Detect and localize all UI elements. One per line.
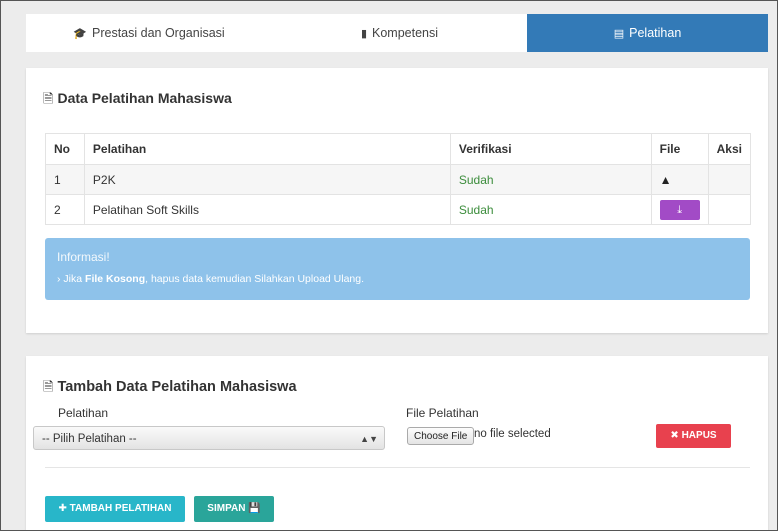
list-icon: ▤ — [613, 28, 625, 40]
cell-file: ⤓ — [650, 194, 709, 225]
table-row: 1 P2K Sudah ▲ — [45, 164, 752, 195]
info-text: › Jika File Kosong, hapus data kemudian … — [57, 273, 364, 285]
hapus-button[interactable]: ✖ HAPUS — [656, 424, 731, 448]
cell-pelatihan: P2K — [83, 164, 451, 195]
tab-pelatihan[interactable]: ▤ Pelatihan — [527, 14, 768, 52]
cell-aksi — [707, 194, 752, 225]
info-text-prefix: Jika — [63, 273, 83, 285]
page-frame: 🎓 Prestasi dan Organisasi ▮ Kompetensi ▤ Pe… — [0, 0, 778, 531]
cell-verifikasi: Sudah — [449, 194, 652, 225]
cell-file: ▲ — [650, 164, 709, 195]
divider — [45, 467, 750, 468]
column-header: Verifikasi — [449, 133, 652, 165]
form-title: 🗎 Tambah Data Pelatihan Mahasiswa — [43, 378, 297, 400]
table-header-row: No Pelatihan Verifikasi File Aksi — [45, 133, 752, 165]
cell-no: 2 — [45, 194, 85, 225]
section-title: 🗎 Data Pelatihan Mahasiswa — [43, 90, 232, 112]
pelatihan-label: Pelatihan — [58, 406, 109, 420]
data-pelatihan-panel: 🗎 Data Pelatihan Mahasiswa No Pelatihan V… — [26, 68, 768, 333]
tambah-pelatihan-button[interactable]: ✚ TAMBAH PELATIHAN — [45, 496, 185, 522]
info-title: Informasi! — [57, 250, 110, 264]
pelatihan-select[interactable]: -- Pilih Pelatihan -- ▲▼ — [33, 426, 385, 450]
tambah-label: TAMBAH PELATIHAN — [69, 503, 172, 514]
download-button[interactable]: ⤓ — [659, 199, 700, 220]
chevron-right-icon: › — [57, 273, 61, 285]
choose-file-button[interactable]: Choose File — [407, 427, 475, 445]
table-row: 2 Pelatihan Soft Skills Sudah ⤓ — [45, 194, 752, 225]
pelatihan-table: No Pelatihan Verifikasi File Aksi 1 P2K … — [45, 133, 752, 225]
cell-no: 1 — [45, 164, 85, 195]
cell-aksi — [707, 164, 752, 195]
warning-icon: ▲ — [659, 172, 672, 187]
close-icon: ✖ — [670, 430, 679, 441]
edit-document-icon: 🗎 — [43, 379, 54, 394]
save-icon: 💾 — [248, 503, 261, 514]
info-text-bold: File Kosong — [85, 273, 146, 285]
column-header: Pelatihan — [83, 133, 451, 165]
column-header: Aksi — [707, 133, 752, 165]
tab-kompetensi[interactable]: ▮ Kompetensi — [272, 14, 527, 52]
tab-label: Pelatihan — [629, 26, 682, 40]
document-icon: 🗎 — [43, 91, 54, 106]
tab-label: Kompetensi — [372, 26, 439, 40]
simpan-button[interactable]: SIMPAN 💾 — [194, 496, 274, 522]
plus-icon: ✚ — [58, 503, 67, 514]
form-title-text: Tambah Data Pelatihan Mahasiswa — [57, 379, 297, 395]
select-arrows-icon: ▲▼ — [360, 434, 378, 444]
graduation-cap-icon: 🎓 — [73, 28, 87, 40]
cell-verifikasi: Sudah — [449, 164, 652, 195]
column-header: File — [650, 133, 709, 165]
cell-pelatihan: Pelatihan Soft Skills — [83, 194, 451, 225]
hapus-label: HAPUS — [681, 430, 717, 441]
simpan-label: SIMPAN — [207, 503, 246, 514]
tab-prestasi-organisasi[interactable]: 🎓 Prestasi dan Organisasi — [26, 14, 272, 52]
select-value: -- Pilih Pelatihan -- — [42, 433, 137, 445]
tab-bar: 🎓 Prestasi dan Organisasi ▮ Kompetensi ▤ Pe… — [26, 14, 768, 52]
tab-label: Prestasi dan Organisasi — [92, 26, 225, 40]
info-alert: Informasi! › Jika File Kosong, hapus dat… — [45, 238, 750, 300]
file-status: no file selected — [474, 428, 551, 440]
download-icon: ⤓ — [677, 203, 683, 216]
section-title-text: Data Pelatihan Mahasiswa — [57, 90, 232, 106]
file-pelatihan-label: File Pelatihan — [406, 406, 479, 420]
info-text-rest: , hapus data kemudian Silahkan Upload Ul… — [145, 273, 365, 285]
book-icon: ▮ — [360, 28, 368, 40]
column-header: No — [45, 133, 85, 165]
